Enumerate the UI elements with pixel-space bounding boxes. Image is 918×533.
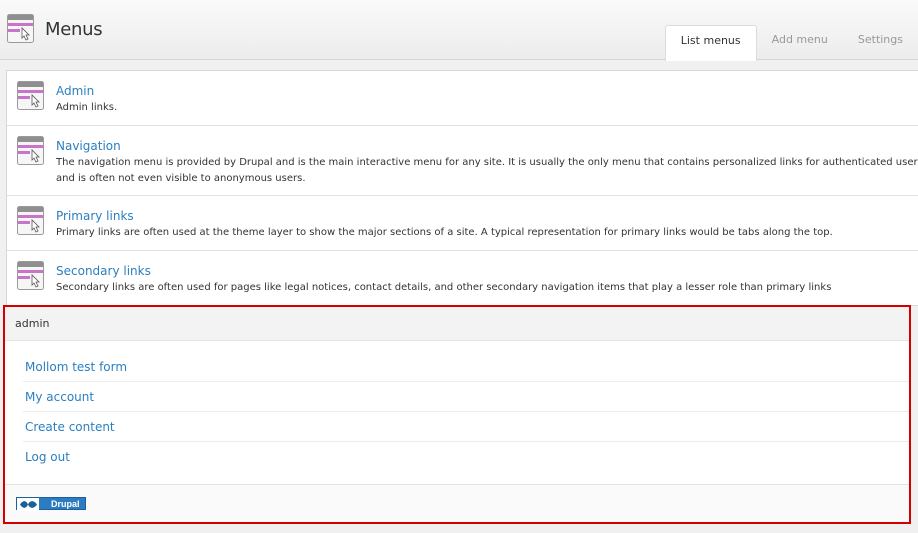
menu-row-secondary-links: Secondary links Secondary links are ofte…	[7, 251, 918, 305]
menu-link-admin[interactable]: Admin	[56, 82, 918, 100]
link-log-out[interactable]: Log out	[23, 442, 909, 472]
tab-add-menu[interactable]: Add menu	[757, 25, 843, 61]
tab-list-menus[interactable]: List menus	[664, 25, 757, 61]
menu-description: The navigation menu is provided by Drupa…	[56, 157, 918, 168]
admin-menu-block: admin Mollom test form My account Create…	[3, 305, 911, 524]
menu-description: Primary links are often used at the them…	[56, 227, 833, 238]
menu-row-primary-links: Primary links Primary links are often us…	[7, 196, 918, 251]
link-create-content[interactable]: Create content	[23, 412, 909, 442]
menu-window-icon	[7, 14, 35, 50]
menu-row-navigation: Navigation The navigation menu is provid…	[7, 126, 918, 196]
link-my-account[interactable]: My account	[23, 382, 909, 412]
admin-link-list: Mollom test form My account Create conte…	[23, 352, 909, 472]
menu-description: Admin links.	[56, 102, 118, 113]
tab-settings[interactable]: Settings	[843, 25, 918, 61]
drupal-badge-label: Drupal	[37, 498, 85, 509]
block-footer: Drupal	[5, 484, 909, 522]
menu-link-secondary-links[interactable]: Secondary links	[56, 262, 918, 280]
powered-by-drupal-badge[interactable]: Drupal	[16, 497, 86, 511]
menu-window-icon	[17, 136, 45, 172]
page-header: Menus List menus Add menu Settings	[0, 0, 918, 61]
block-title: admin	[5, 307, 909, 341]
link-mollom-test-form[interactable]: Mollom test form	[23, 352, 909, 382]
tab-bar: List menus Add menu Settings	[664, 25, 918, 61]
menu-description: Secondary links are often used for pages…	[56, 282, 832, 293]
menu-list: Admin Admin links. Navigation The naviga…	[6, 70, 918, 306]
menu-window-icon	[17, 261, 45, 297]
menu-window-icon	[17, 206, 45, 242]
menu-row-admin: Admin Admin links.	[7, 71, 918, 126]
menu-window-icon	[17, 81, 45, 117]
menu-link-primary-links[interactable]: Primary links	[56, 207, 918, 225]
drupal-drop-icon	[17, 498, 39, 511]
menu-link-navigation[interactable]: Navigation	[56, 137, 918, 155]
page-title: Menus	[45, 19, 103, 40]
menu-description-line2: and is often not even visible to anonymo…	[56, 173, 306, 184]
